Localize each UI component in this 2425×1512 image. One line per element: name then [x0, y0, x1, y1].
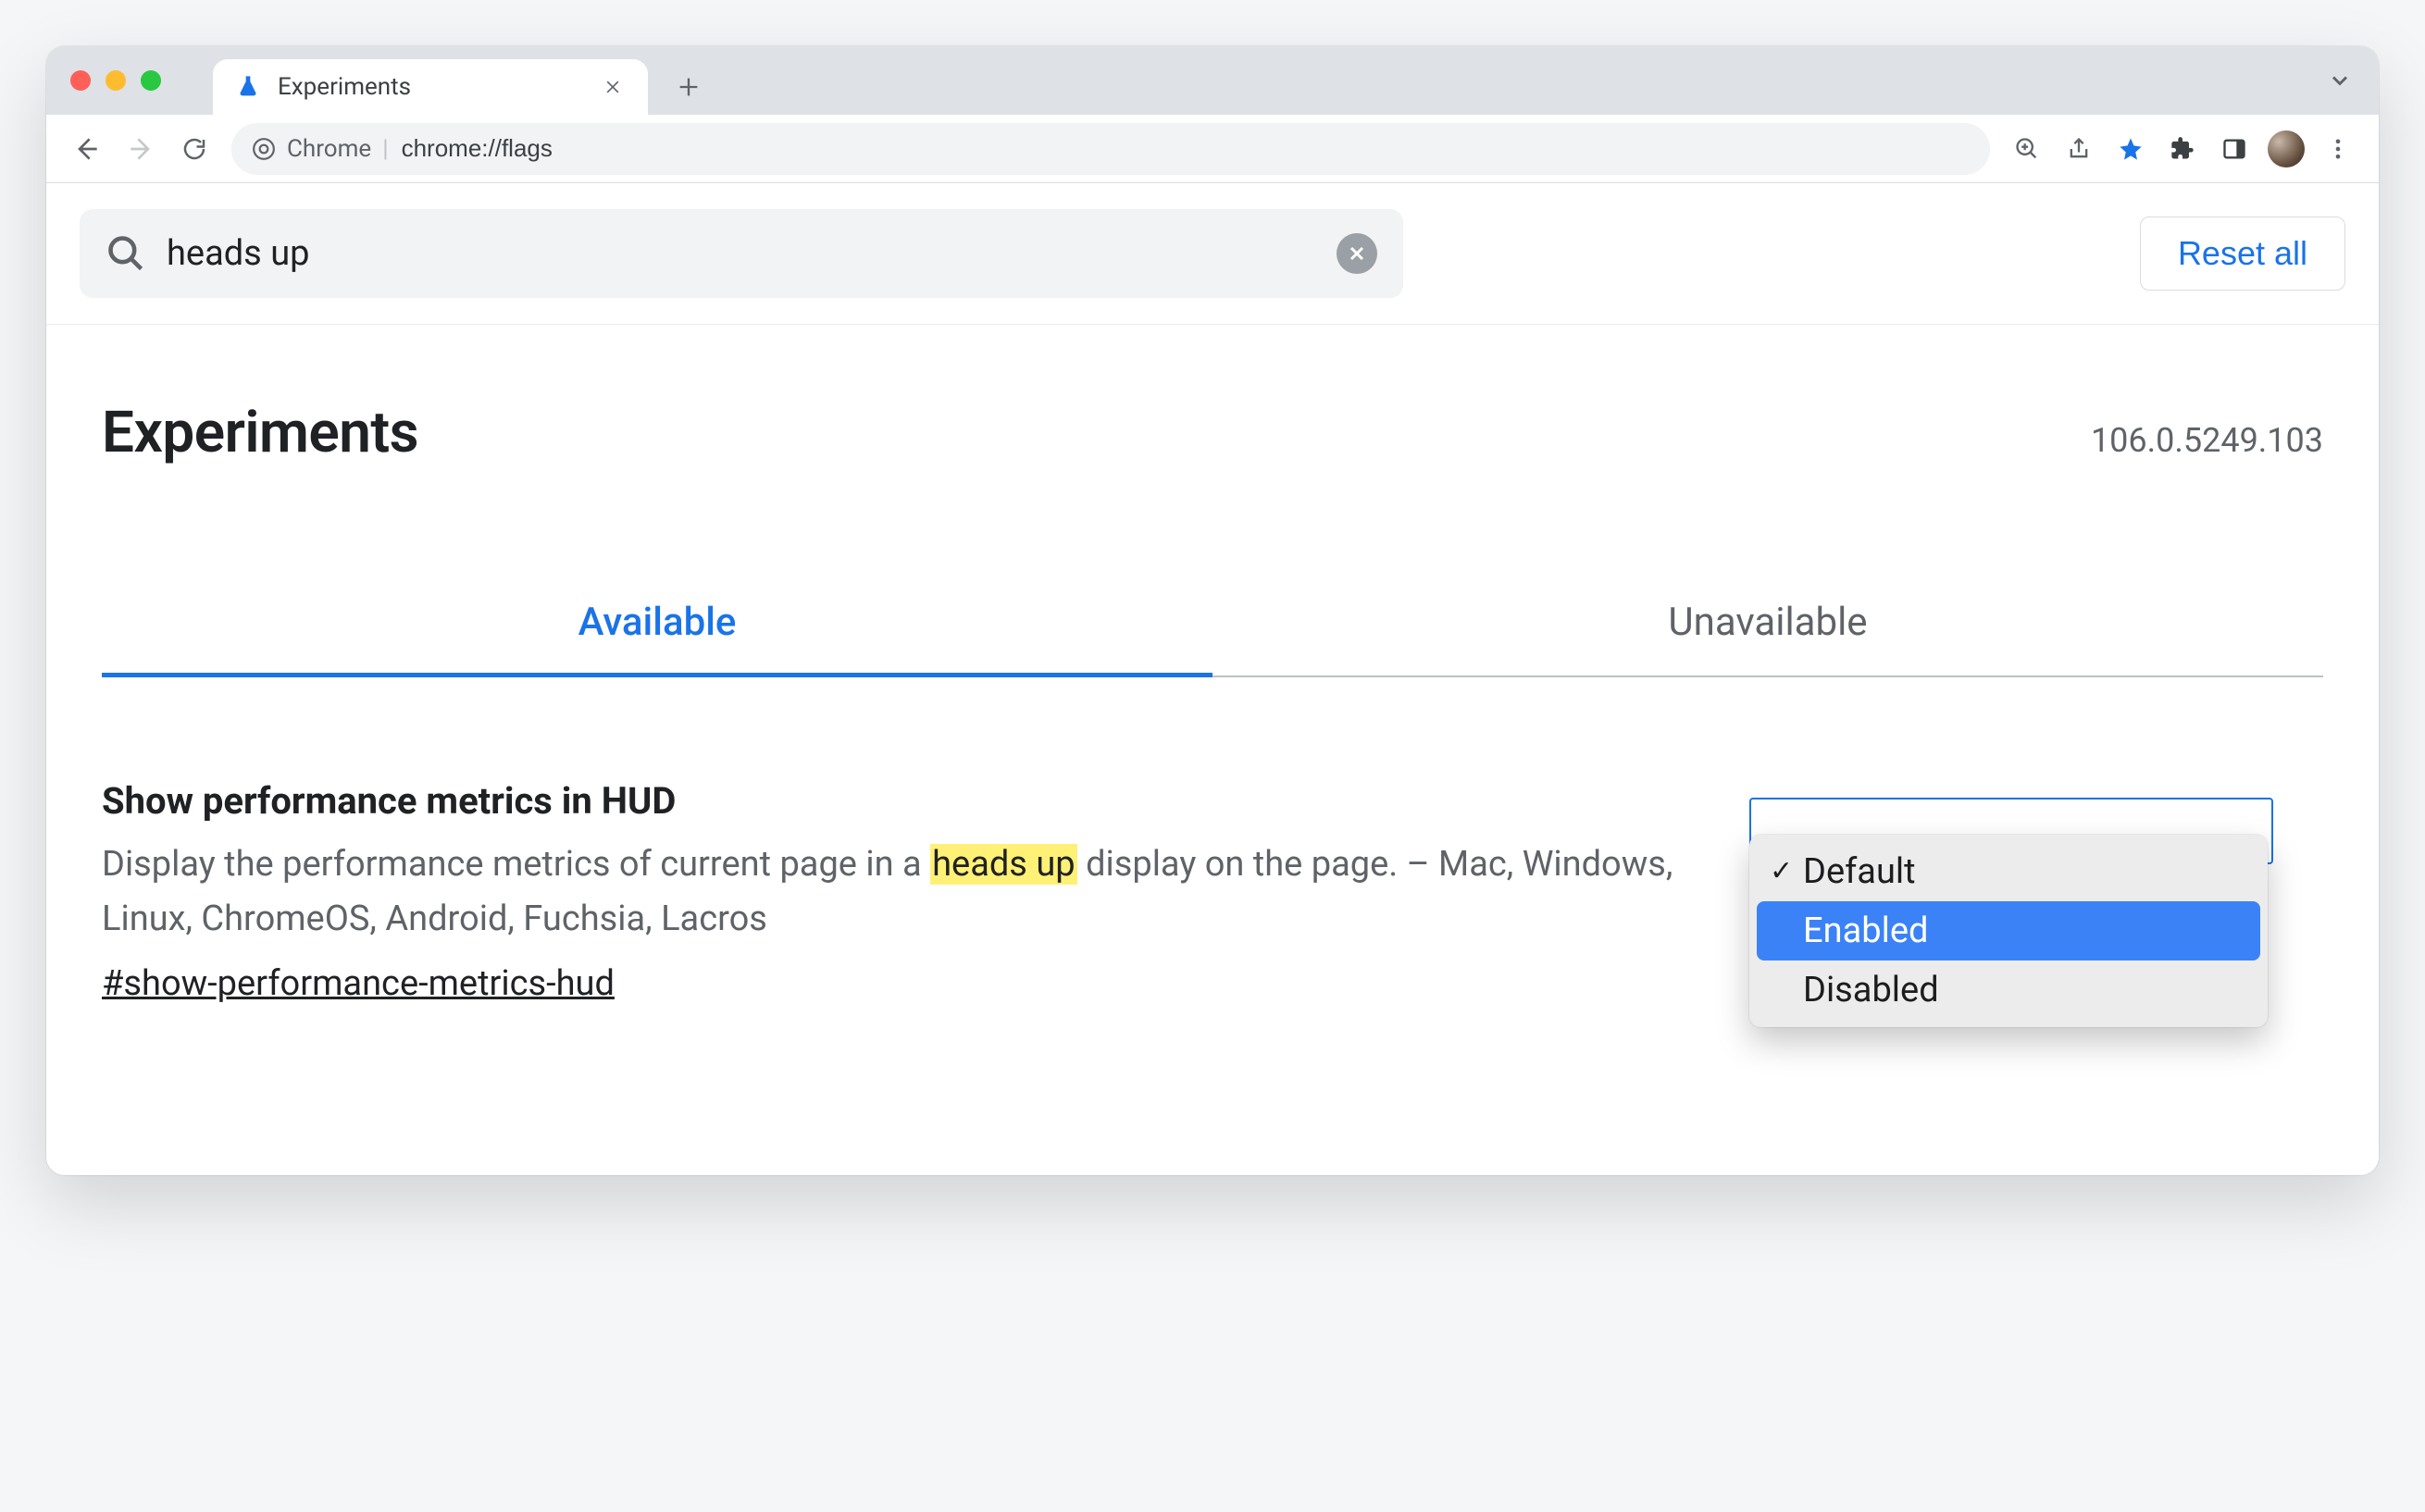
- search-icon: [106, 233, 146, 274]
- chrome-version: 106.0.5249.103: [2091, 421, 2323, 460]
- select-popup: Default Enabled Disabled: [1749, 835, 2268, 1027]
- experiment-description: Display the performance metrics of curre…: [102, 837, 1694, 947]
- tab-strip: Experiments: [46, 46, 2379, 115]
- experiment-select[interactable]: Default Enabled Disabled: [1749, 835, 2268, 1027]
- experiment-text: Show performance metrics in HUD Display …: [102, 779, 1694, 1004]
- side-panel-icon[interactable]: [2210, 125, 2258, 173]
- tab-available[interactable]: Available: [102, 577, 1212, 677]
- window-fullscreen-button[interactable]: [141, 70, 161, 91]
- window-close-button[interactable]: [70, 70, 91, 91]
- experiment-search[interactable]: [80, 209, 1403, 298]
- experiment-title: Show performance metrics in HUD: [102, 779, 1694, 823]
- back-button[interactable]: [63, 125, 111, 173]
- window-minimize-button[interactable]: [106, 70, 126, 91]
- omnibox-chip-label: Chrome: [287, 135, 371, 163]
- browser-toolbar: Chrome |: [46, 115, 2379, 183]
- experiment-hash-link[interactable]: #show-performance-metrics-hud: [102, 963, 615, 1004]
- share-icon[interactable]: [2055, 125, 2103, 173]
- flags-page: Reset all Experiments 106.0.5249.103 Ava…: [46, 183, 2379, 1175]
- browser-tab[interactable]: Experiments: [213, 59, 648, 115]
- tab-unavailable[interactable]: Unavailable: [1212, 577, 2323, 677]
- experiment-desc-before: Display the performance metrics of curre…: [102, 844, 930, 885]
- chrome-icon: [252, 137, 276, 161]
- heading-row: Experiments 106.0.5249.103: [46, 325, 2379, 476]
- page-title: Experiments: [102, 399, 418, 466]
- select-option-enabled[interactable]: Enabled: [1757, 901, 2260, 960]
- experiment-tab-bar: Available Unavailable: [102, 577, 2323, 677]
- tab-close-button[interactable]: [600, 74, 626, 100]
- experiment-search-input[interactable]: [167, 233, 1316, 274]
- bookmark-star-icon[interactable]: [2107, 125, 2155, 173]
- experiment-list: Show performance metrics in HUD Display …: [46, 677, 2379, 1175]
- omnibox[interactable]: Chrome |: [231, 123, 1990, 175]
- clear-search-button[interactable]: [1337, 233, 1377, 274]
- site-info-chip[interactable]: Chrome |: [252, 135, 389, 163]
- browser-window: Experiments Chrome |: [46, 46, 2379, 1175]
- new-tab-button[interactable]: [666, 65, 711, 109]
- tab-title: Experiments: [278, 73, 583, 101]
- tab-overflow-button[interactable]: [2327, 68, 2353, 93]
- reset-all-button[interactable]: Reset all: [2140, 217, 2345, 291]
- select-option-disabled[interactable]: Disabled: [1757, 960, 2260, 1020]
- select-option-default[interactable]: Default: [1757, 842, 2260, 901]
- experiment-item: Show performance metrics in HUD Display …: [102, 779, 2323, 1027]
- search-row: Reset all: [46, 183, 2379, 325]
- flask-icon: [235, 74, 261, 100]
- window-controls: [70, 70, 161, 91]
- omnibox-separator: |: [382, 135, 388, 163]
- omnibox-input[interactable]: [402, 134, 1970, 163]
- toolbar-actions: [2003, 125, 2362, 173]
- extensions-icon[interactable]: [2158, 125, 2207, 173]
- profile-avatar[interactable]: [2262, 125, 2310, 173]
- zoom-icon[interactable]: [2003, 125, 2051, 173]
- reload-button[interactable]: [170, 125, 218, 173]
- search-match-highlight: heads up: [930, 844, 1077, 885]
- kebab-menu-icon[interactable]: [2314, 125, 2362, 173]
- forward-button[interactable]: [117, 125, 165, 173]
